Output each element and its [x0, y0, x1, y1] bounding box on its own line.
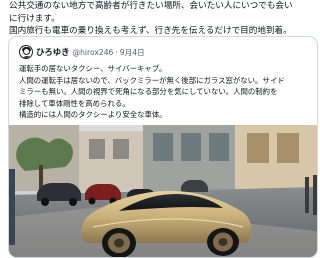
cybercab-photo[interactable]	[9, 125, 317, 257]
quoted-text-line: ミラーも無い。人間の視界で死角になる部分を気にしていない。人間の制約を	[19, 87, 278, 96]
quoted-text-line: 人間の運転手は居ないので、バックミラーが無く後部にガラス窓がない。サイド	[19, 75, 285, 85]
avatar-icon[interactable]	[19, 45, 33, 59]
meta-separator: ·	[115, 47, 118, 57]
tweet-text-line: に行けます。	[9, 13, 60, 24]
quoted-text-line: 排除して車体剛性を高められる。	[19, 98, 130, 108]
tweet-text-line: 公共交通のない地方で高齢者が行きたい場所、会いたい人にいつでも会い	[9, 1, 293, 11]
quoted-tweet-card[interactable]: ひろゆき @hirox246 · 9月4日 運転手の居ないタクシー、サイバーキャ…	[8, 36, 318, 258]
quoted-tweet-header: ひろゆき @hirox246 · 9月4日	[19, 45, 145, 59]
post-date[interactable]: 9月4日	[120, 47, 145, 58]
author-name[interactable]: ひろゆき	[36, 46, 70, 58]
quoted-text-line: 運転手の居ないタクシー、サイバーキャブ。	[19, 64, 167, 73]
tweet-text: 公共交通のない地方で高齢者が行きたい場所、会いたい人にいつでも会い に行けます。…	[9, 0, 315, 38]
quoted-text-line: 構造的には人間のタクシーより安全な車体。	[19, 110, 167, 119]
author-handle[interactable]: @hirox246	[73, 48, 114, 57]
quoted-tweet-text: 運転手の居ないタクシー、サイバーキャブ。 人間の運転手は居ないので、バックミラー…	[19, 63, 311, 121]
